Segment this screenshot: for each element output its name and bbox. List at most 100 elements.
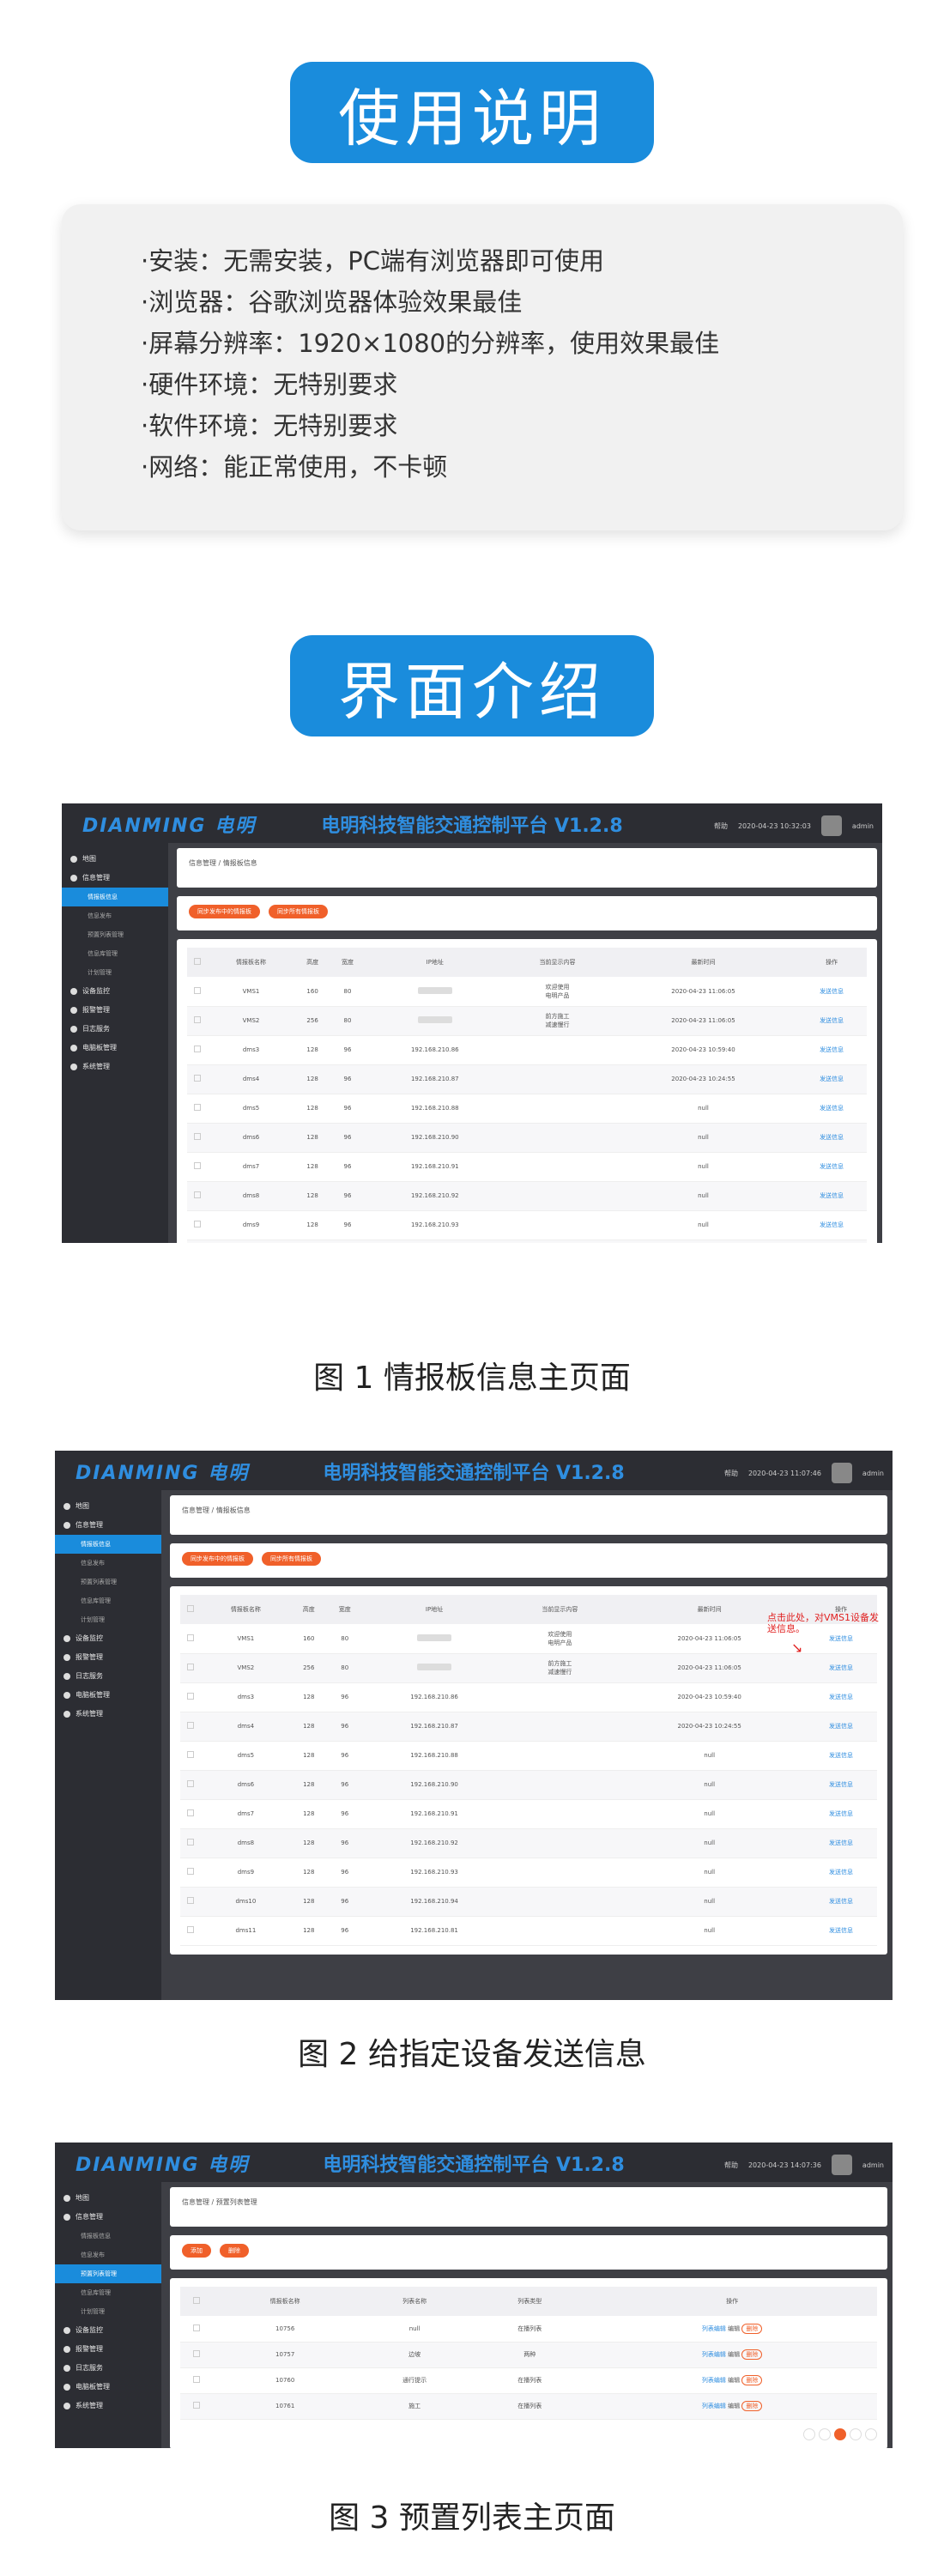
send-info-link[interactable]: 发送信息 (820, 1163, 844, 1170)
edit-button[interactable]: 编辑 (728, 2377, 740, 2384)
checkbox[interactable] (186, 1897, 194, 1904)
sidebar-item[interactable]: 日志服务 (62, 1020, 168, 1039)
row-checkbox[interactable] (187, 1210, 208, 1240)
sidebar-item[interactable]: 信息管理 (55, 1516, 161, 1535)
sidebar-subitem[interactable]: 情报板信息 (55, 1535, 161, 1554)
sidebar-subitem[interactable]: 信息库管理 (55, 1591, 161, 1610)
checkbox[interactable] (193, 1133, 201, 1140)
avatar[interactable] (831, 2155, 852, 2175)
row-checkbox[interactable] (180, 1741, 201, 1771)
row-checkbox[interactable] (187, 1123, 208, 1153)
action-button[interactable]: 同步所有情报板 (269, 905, 328, 918)
sidebar-item[interactable]: 报警管理 (62, 1001, 168, 1020)
sidebar-item[interactable]: 报警管理 (55, 2340, 161, 2359)
checkbox[interactable] (186, 1722, 194, 1729)
sidebar-item[interactable]: 设备监控 (55, 2321, 161, 2340)
checkbox[interactable] (186, 1839, 194, 1846)
row-checkbox[interactable] (187, 1240, 208, 1243)
page-item[interactable] (850, 2428, 862, 2440)
sidebar-subitem[interactable]: 情报板信息 (55, 2227, 161, 2246)
checkbox[interactable] (193, 2297, 201, 2304)
edit-button[interactable]: 编辑 (728, 2403, 740, 2409)
send-info-link[interactable]: 发送信息 (829, 1927, 853, 1934)
send-info-link[interactable]: 发送信息 (829, 1694, 853, 1700)
checkbox[interactable] (186, 1751, 194, 1758)
action-button[interactable]: 同步所有情报板 (262, 1552, 321, 1566)
checkbox[interactable] (193, 2350, 201, 2357)
action-button[interactable]: 添加 (182, 2244, 211, 2258)
table-header-checkbox[interactable] (180, 2287, 214, 2316)
send-info-link[interactable]: 发送信息 (829, 1752, 853, 1759)
table-header-checkbox[interactable] (187, 948, 208, 977)
sidebar-item[interactable]: 日志服务 (55, 2359, 161, 2378)
row-checkbox[interactable] (180, 1682, 201, 1712)
sidebar-item[interactable]: 系统管理 (55, 1705, 161, 1724)
sidebar-item[interactable]: 信息管理 (55, 2208, 161, 2227)
send-info-link[interactable]: 发送信息 (829, 1635, 853, 1642)
send-info-link[interactable]: 发送信息 (829, 1898, 853, 1905)
send-info-link[interactable]: 发送信息 (829, 1664, 853, 1671)
sidebar-subitem[interactable]: 信息发布 (55, 1554, 161, 1573)
action-button[interactable]: 删除 (220, 2244, 249, 2258)
send-info-link[interactable]: 发送信息 (829, 1723, 853, 1730)
table-header-checkbox[interactable] (180, 1595, 201, 1624)
row-checkbox[interactable] (180, 1653, 201, 1683)
help-link[interactable]: 帮助 (724, 2161, 738, 2170)
send-info-link[interactable]: 发送信息 (829, 1810, 853, 1817)
row-checkbox[interactable] (187, 1094, 208, 1124)
sidebar-item[interactable]: 报警管理 (55, 1648, 161, 1667)
list-edit-link[interactable]: 列表编辑 (702, 2325, 726, 2332)
sidebar-subitem[interactable]: 计划管理 (55, 1610, 161, 1629)
user-name[interactable]: admin (862, 2161, 884, 2169)
page-prev[interactable] (803, 2428, 815, 2440)
row-checkbox[interactable] (180, 2393, 214, 2420)
checkbox[interactable] (193, 2324, 201, 2331)
checkbox[interactable] (186, 1664, 194, 1670)
sidebar-subitem[interactable]: 计划管理 (55, 2302, 161, 2321)
delete-button[interactable]: 删除 (741, 2375, 763, 2385)
checkbox[interactable] (186, 1868, 194, 1875)
sidebar-item[interactable]: 电脑板管理 (55, 1686, 161, 1705)
row-checkbox[interactable] (180, 1828, 201, 1858)
list-edit-link[interactable]: 列表编辑 (702, 2351, 726, 2358)
delete-button[interactable]: 删除 (741, 2349, 763, 2360)
send-info-link[interactable]: 发送信息 (829, 1781, 853, 1788)
checkbox[interactable] (186, 1605, 194, 1612)
sidebar-subitem[interactable]: 情报板信息 (62, 888, 168, 906)
action-button[interactable]: 同步发布中的情报板 (189, 905, 260, 918)
row-checkbox[interactable] (180, 1858, 201, 1888)
checkbox[interactable] (186, 1780, 194, 1787)
row-checkbox[interactable] (187, 1035, 208, 1065)
page-next[interactable] (865, 2428, 877, 2440)
avatar[interactable] (831, 1463, 852, 1483)
row-checkbox[interactable] (187, 977, 208, 1007)
send-info-link[interactable]: 发送信息 (820, 1076, 844, 1082)
row-checkbox[interactable] (180, 2316, 214, 2343)
row-checkbox[interactable] (187, 1006, 208, 1036)
row-checkbox[interactable] (187, 1152, 208, 1182)
checkbox[interactable] (193, 1046, 201, 1052)
checkbox[interactable] (193, 2376, 201, 2383)
sidebar-subitem[interactable]: 信息库管理 (55, 2283, 161, 2302)
sidebar-item[interactable]: 地图 (55, 1497, 161, 1516)
sidebar-subitem[interactable]: 计划管理 (62, 963, 168, 982)
send-info-link[interactable]: 发送信息 (820, 988, 844, 995)
send-info-link[interactable]: 发送信息 (820, 1134, 844, 1141)
sidebar-subitem[interactable]: 预置列表管理 (55, 2264, 161, 2283)
row-checkbox[interactable] (180, 1916, 201, 1946)
page-item[interactable] (819, 2428, 831, 2440)
page-current[interactable] (834, 2428, 846, 2440)
send-info-link[interactable]: 发送信息 (820, 1221, 844, 1228)
user-name[interactable]: admin (852, 822, 874, 830)
checkbox[interactable] (193, 1191, 201, 1198)
checkbox[interactable] (193, 1221, 201, 1227)
send-info-link[interactable]: 发送信息 (829, 1840, 853, 1846)
delete-button[interactable]: 删除 (741, 2401, 763, 2411)
send-info-link[interactable]: 发送信息 (820, 1105, 844, 1112)
help-link[interactable]: 帮助 (724, 1469, 738, 1478)
sidebar-item[interactable]: 日志服务 (55, 1667, 161, 1686)
row-checkbox[interactable] (180, 1799, 201, 1829)
send-info-link[interactable]: 发送信息 (820, 1046, 844, 1053)
sidebar-subitem[interactable]: 预置列表管理 (62, 925, 168, 944)
help-link[interactable]: 帮助 (714, 821, 728, 831)
